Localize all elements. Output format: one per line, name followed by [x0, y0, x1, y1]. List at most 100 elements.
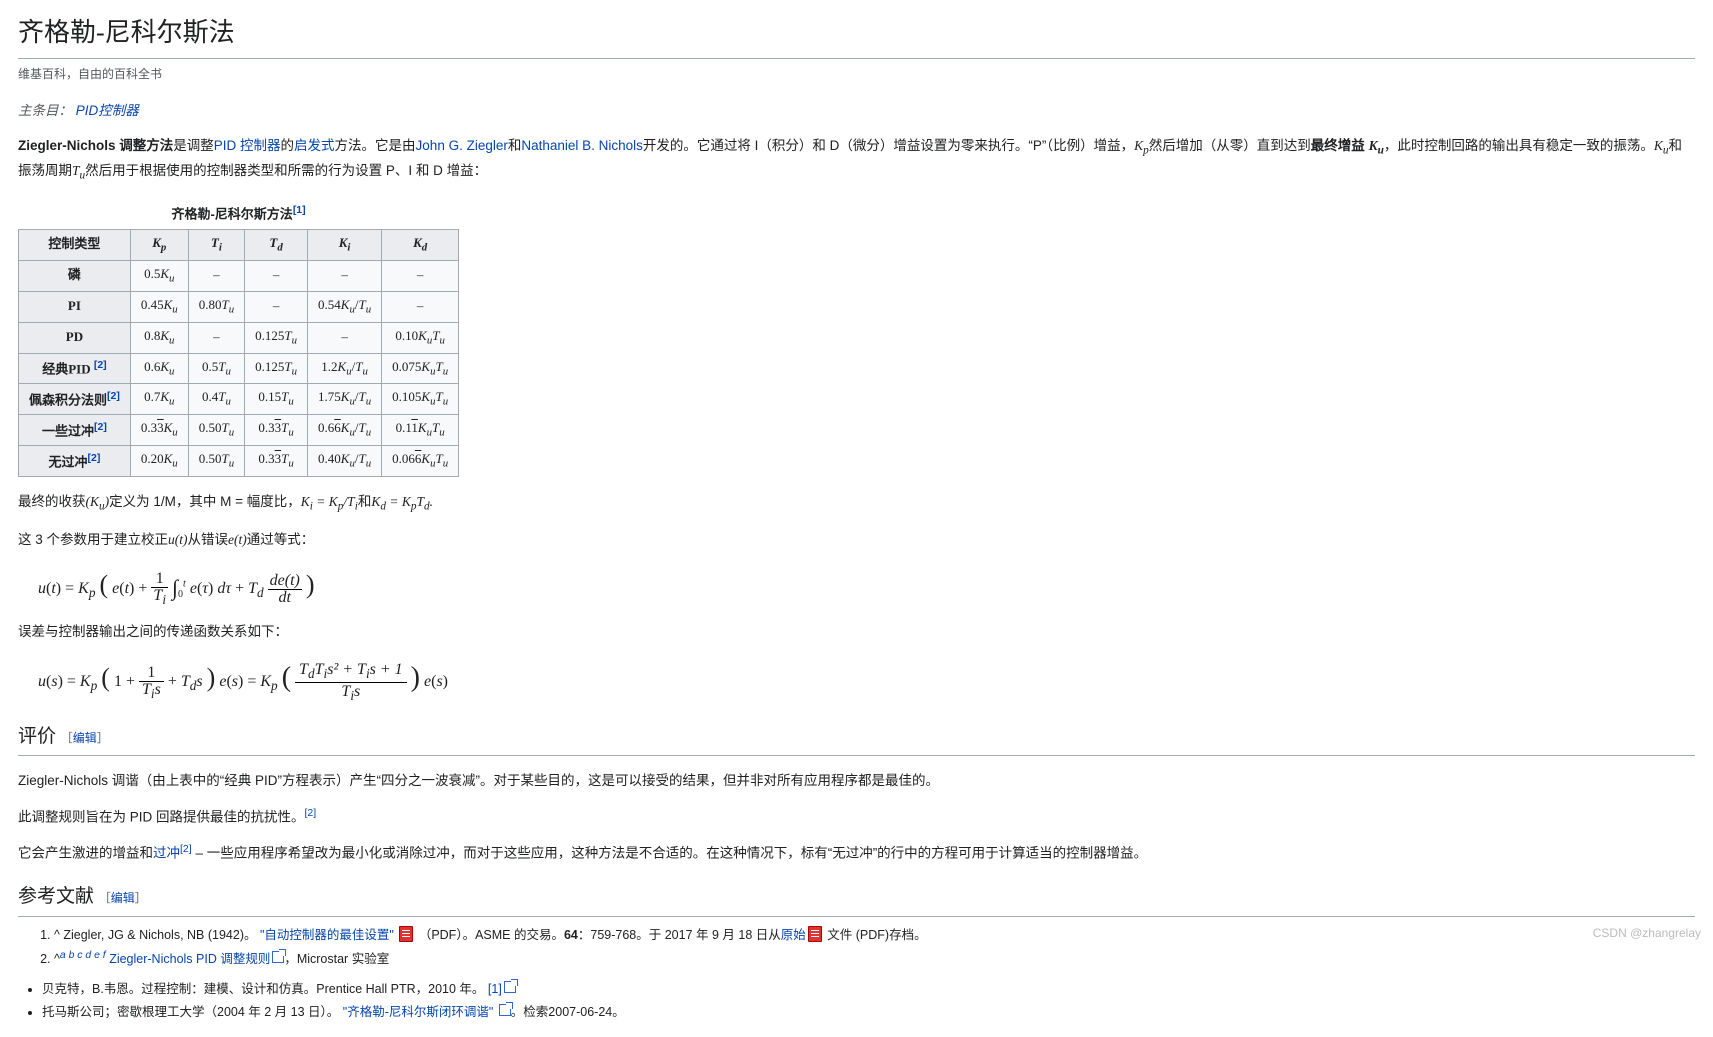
row-ref[interactable]: [2]	[107, 390, 120, 402]
table-cell: 0.54Ku/Tu	[308, 291, 382, 322]
table-cell: –	[245, 291, 308, 322]
intro-strong2: 最终增益 Ku	[1311, 138, 1384, 153]
table-row: 一些过冲[2]0.33Ku0.50Tu0.33Tu0.66Ku/Tu0.11Ku…	[19, 415, 459, 446]
th-ki: Ki	[308, 229, 382, 260]
table-cell: 0.6Ku	[130, 353, 188, 384]
table-cell: 0.33Tu	[245, 415, 308, 446]
edit-link-eval[interactable]: 编辑	[73, 731, 97, 745]
edit-link-refs[interactable]: 编辑	[111, 891, 135, 905]
intro-t6: ，此时控制回路的输出具有稳定一致的振荡。	[1384, 138, 1654, 153]
pdf-icon	[399, 926, 413, 942]
intro-and: 和	[508, 138, 522, 153]
link-ziegler[interactable]: John G. Ziegler	[416, 138, 508, 153]
link-nichols[interactable]: Nathaniel B. Nichols	[521, 138, 643, 153]
table-row: 经典PID [2]0.6Ku0.5Tu0.125Tu1.2Ku/Tu0.075K…	[19, 353, 459, 384]
intro-t4: 开发的。它通过将 I（积分）和 D（微分）增益设置为零来执行。“P”（比例）增益…	[643, 138, 1134, 153]
pdf-icon	[808, 926, 822, 942]
table-cell: 0.7Ku	[130, 384, 188, 415]
hatnote-link[interactable]: PID控制器	[76, 103, 139, 118]
table-cell: 0.5Ku	[130, 260, 188, 291]
table-cell: 0.50Tu	[188, 446, 244, 477]
link-heuristic[interactable]: 启发式	[294, 138, 335, 153]
heading-references: 参考文献 ［编辑］	[18, 882, 1695, 916]
table-cell: –	[188, 260, 244, 291]
table-cell: –	[308, 260, 382, 291]
ref1-link[interactable]: "自动控制器的最佳设置"	[260, 928, 394, 942]
row-ref[interactable]: [2]	[94, 359, 107, 371]
link-pid[interactable]: PID 控制器	[214, 138, 281, 153]
ref1-orig-link[interactable]: 原始	[781, 928, 806, 942]
ref2-backlinks: a b c d e f	[60, 950, 106, 961]
row-ref[interactable]: [2]	[88, 452, 101, 464]
table-cell: 1.2Ku/Tu	[308, 353, 382, 384]
table-cell: –	[382, 291, 459, 322]
ref-item-1: ^ Ziegler, JG & Nichols, NB (1942)。 "自动控…	[54, 925, 1695, 945]
table-cell: 0.10KuTu	[382, 322, 459, 353]
th-ti: Ti	[188, 229, 244, 260]
link-overshoot[interactable]: 过冲	[153, 846, 180, 861]
intro-paragraph: Ziegler-Nichols 调整方法是调整PID 控制器的启发式方法。它是由…	[18, 135, 1695, 184]
table-cell: 0.105KuTu	[382, 384, 459, 415]
table-cell: –	[188, 322, 244, 353]
math-tu: Tu	[72, 163, 85, 178]
table-cell: 0.066KuTu	[382, 446, 459, 477]
watermark: CSDN @zhangrelay	[1593, 924, 1701, 943]
biblio-2-link[interactable]: "齐格勒-尼科尔斯闭环调谐"	[343, 1005, 494, 1019]
row-label: 无过冲[2]	[19, 446, 131, 477]
references-list: ^ Ziegler, JG & Nichols, NB (1942)。 "自动控…	[18, 925, 1695, 969]
external-link-icon	[504, 981, 516, 993]
page-title: 齐格勒-尼科尔斯法	[18, 12, 1695, 59]
row-label: 佩森积分法则[2]	[19, 384, 131, 415]
table-cell: 0.15Tu	[245, 384, 308, 415]
table-cell: 0.80Tu	[188, 291, 244, 322]
para-after-table: 最终的收获(Ku)定义为 1/M，其中 M = 幅度比，Ki = Kp/Ti和K…	[18, 491, 1695, 516]
ref2-link[interactable]: Ziegler-Nichols PID 调整规则	[109, 952, 270, 966]
equation-us: u(s) = Kp ( 1 + 1 Tis + Tds ) e(s) = Kp …	[38, 656, 1695, 704]
row-ref[interactable]: [2]	[94, 421, 107, 433]
eval-p1: Ziegler-Nichols 调谐（由上表中的“经典 PID”方程表示）产生“…	[18, 770, 1695, 792]
table-caption: 齐格勒-尼科尔斯方法[1]	[18, 198, 459, 229]
table-cell: 0.4Tu	[188, 384, 244, 415]
table-cell: 0.33Tu	[245, 446, 308, 477]
eval-p2: 此调整规则旨在为 PID 回路提供最佳的抗扰性。[2]	[18, 805, 1695, 828]
external-link-icon	[272, 951, 284, 963]
th-kp: Kp	[130, 229, 188, 260]
table-cell: 0.45Ku	[130, 291, 188, 322]
row-label: 经典PID [2]	[19, 353, 131, 384]
bibliography-list: 贝克特，B.韦恩。过程控制：建模、设计和仿真。Prentice Hall PTR…	[18, 979, 1695, 1022]
table-cell: 0.33Ku	[130, 415, 188, 446]
biblio-1: 贝克特，B.韦恩。过程控制：建模、设计和仿真。Prentice Hall PTR…	[42, 979, 1695, 999]
table-header-row: 控制类型 Kp Ti Td Ki Kd	[19, 229, 459, 260]
table-cell: –	[308, 322, 382, 353]
table-cell: 0.66Ku/Tu	[308, 415, 382, 446]
row-label: PI	[19, 291, 131, 322]
table-cell: 0.11KuTu	[382, 415, 459, 446]
table-cell: 0.8Ku	[130, 322, 188, 353]
row-label: 磷	[19, 260, 131, 291]
table-cell: 0.125Tu	[245, 353, 308, 384]
ref-1[interactable]: [1]	[293, 204, 306, 216]
page-subtitle: 维基百科，自由的百科全书	[18, 65, 1695, 84]
biblio-2: 托马斯公司；密歇根理工大学（2004 年 2 月 13 日）。 "齐格勒-尼科尔…	[42, 1002, 1695, 1022]
external-link-icon	[499, 1004, 511, 1016]
math-kp: Kp	[1134, 138, 1149, 153]
equation-ut: u(t) = Kp ( e(t) + 1 Ti ∫0t e(τ) dτ + Td…	[38, 564, 1695, 607]
ref-2a[interactable]: [2]	[305, 807, 317, 819]
biblio-1-link[interactable]: [1]	[488, 982, 502, 996]
table-cell: 0.125Tu	[245, 322, 308, 353]
intro-t3: 方法。它是由	[335, 138, 416, 153]
th-td: Td	[245, 229, 308, 260]
eval-p3: 它会产生激进的增益和过冲[2] – 一些应用程序希望改为最小化或消除过冲，而对于…	[18, 841, 1695, 864]
table-cell: 1.75Ku/Tu	[308, 384, 382, 415]
math-ku: Ku	[1654, 138, 1669, 153]
table-cell: –	[382, 260, 459, 291]
hatnote: 主条目： PID控制器	[18, 100, 1695, 122]
table-row: PD0.8Ku–0.125Tu–0.10KuTu	[19, 322, 459, 353]
table-cell: 0.20Ku	[130, 446, 188, 477]
table-row: 磷0.5Ku––––	[19, 260, 459, 291]
intro-t1: 是调整	[173, 138, 214, 153]
intro-strong: Ziegler-Nichols 调整方法	[18, 138, 173, 153]
intro-t8: 然后用于根据使用的控制器类型和所需的行为设置 P、I 和 D 增益：	[85, 163, 487, 178]
ref-2b[interactable]: [2]	[180, 843, 192, 855]
para-transfer: 误差与控制器输出之间的传递函数关系如下：	[18, 621, 1695, 643]
